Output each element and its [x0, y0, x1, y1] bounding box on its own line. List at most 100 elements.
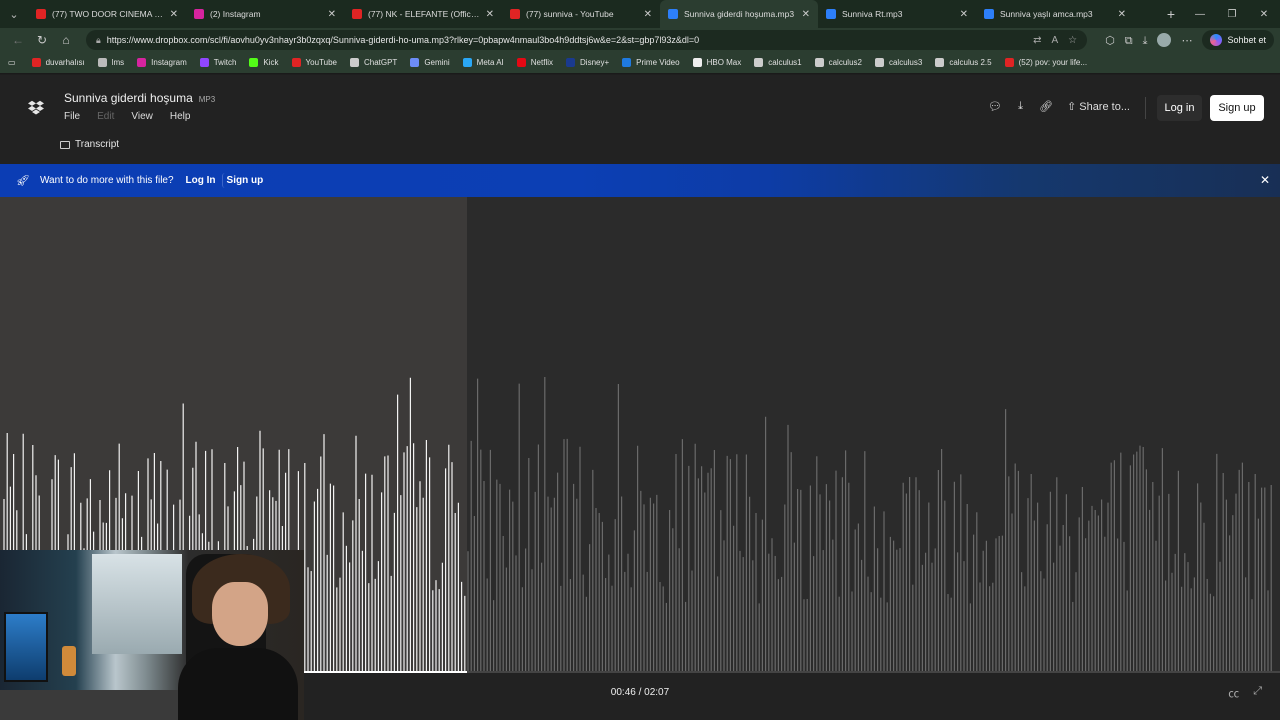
header-actions: 💬︎ ⤓ 🔗︎ ⇧ Share to...	[972, 100, 1130, 113]
close-icon[interactable]: ✕	[644, 9, 652, 20]
menu-file[interactable]: File	[64, 111, 80, 122]
bookmark-item[interactable]: Prime Video	[622, 58, 680, 67]
comment-icon[interactable]: 💬︎	[988, 100, 1002, 113]
banner-text: Want to do more with this file?	[39, 175, 174, 186]
bookmark-item[interactable]: Meta AI	[462, 58, 504, 67]
minimize-icon[interactable]: —	[1184, 9, 1216, 20]
youtube-icon	[36, 9, 46, 19]
bookmark-item[interactable]: calculus 2.5	[935, 58, 992, 67]
tab[interactable]: (77) TWO DOOR CINEMA CLUB | S ✕	[28, 0, 186, 28]
menu-view[interactable]: View	[131, 111, 153, 122]
tab-actions-menu[interactable]: ⌄	[0, 0, 28, 28]
banner-signup-link[interactable]: Sign up	[221, 173, 268, 188]
download-icon[interactable]: ⤓	[1018, 100, 1023, 113]
back-button[interactable]: ←	[6, 33, 30, 47]
lock-icon[interactable]: 🔒︎	[96, 35, 101, 46]
tab-strip: ⌄ (77) TWO DOOR CINEMA CLUB | S ✕ (2) Ins…	[0, 0, 1280, 28]
bookmark-label: Gemini	[424, 58, 450, 67]
instagram-icon	[194, 9, 204, 19]
bookmark-item[interactable]: Instagram	[137, 58, 187, 67]
file-name: Sunniva giderdi hoşuma	[64, 91, 193, 105]
login-button[interactable]: Log in	[1157, 95, 1202, 121]
extensions-icon[interactable]: ⬡	[1105, 35, 1115, 47]
close-icon[interactable]: ✕	[1118, 9, 1126, 20]
tab[interactable]: (77) sunniva - YouTube ✕	[502, 0, 660, 28]
bookmark-item[interactable]: Kick	[249, 58, 279, 67]
browser-tools: ⬡ ⧉ ⤓	[1095, 31, 1147, 49]
close-icon[interactable]: ✕	[486, 9, 494, 20]
bookmark-item[interactable]: ChatGPT	[349, 58, 397, 67]
captions-icon[interactable]: ㏄	[1228, 685, 1239, 701]
tab[interactable]: (2) Instagram ✕	[186, 0, 344, 28]
tab-active[interactable]: Sunniva giderdi hoşuma.mp3 ✕	[660, 0, 818, 28]
read-aloud-icon[interactable]: A	[1051, 35, 1058, 46]
banner-close-icon[interactable]: ✕	[1260, 173, 1270, 187]
more-tools: ⋯	[1171, 31, 1192, 49]
rocket-icon: 🚀︎	[16, 175, 30, 187]
bookmark-favicon-icon	[349, 58, 359, 67]
close-icon[interactable]: ✕	[802, 9, 810, 20]
tab-title: Sunniva giderdi hoşuma.mp3	[684, 9, 795, 19]
bookmark-favicon-icon	[516, 58, 526, 67]
bookmark-favicon-icon	[462, 58, 472, 67]
dropbox-logo-icon[interactable]	[28, 100, 44, 116]
more-icon[interactable]: ⋯	[1181, 35, 1192, 47]
webcam-monitor	[4, 612, 48, 682]
bookmark-item[interactable]: duvarhalısı	[31, 58, 85, 67]
bookmark-item[interactable]: Netflix	[516, 58, 553, 67]
bookmark-item[interactable]: (52) pov: your life...	[1004, 58, 1088, 67]
profile-avatar[interactable]	[1157, 33, 1172, 47]
bookmark-label: calculus 2.5	[949, 58, 992, 67]
tab[interactable]: Sunniva yaşlı amca.mp3 ✕	[976, 0, 1134, 28]
webcam-window	[92, 554, 182, 654]
file-extension-badge: MP3	[198, 95, 216, 104]
bookmark-item[interactable]: lms	[97, 58, 124, 67]
close-icon[interactable]: ✕	[328, 9, 336, 20]
refresh-button[interactable]: ↻	[30, 33, 54, 47]
tabs: (77) TWO DOOR CINEMA CLUB | S ✕ (2) Insta…	[28, 0, 1158, 28]
new-tab-button[interactable]: +	[1158, 6, 1184, 22]
translate-icon[interactable]: ⇄	[1033, 35, 1041, 46]
bookmark-label: calculus2	[828, 58, 862, 67]
home-button[interactable]: ⌂	[54, 33, 78, 47]
bookmark-item[interactable]: calculus1	[754, 58, 802, 67]
share-button[interactable]: ⇧ Share to...	[1067, 100, 1130, 113]
favorite-star-icon[interactable]: ☆	[1068, 35, 1077, 46]
close-icon[interactable]: ✕	[170, 9, 178, 20]
bookmark-item[interactable]: calculus3	[874, 58, 922, 67]
transcript-button[interactable]: Transcript	[60, 139, 119, 150]
dropbox-icon	[826, 9, 836, 19]
bookmark-label: Disney+	[580, 58, 610, 67]
bookmark-item[interactable]: HBO Max	[692, 58, 741, 67]
youtube-icon	[352, 9, 362, 19]
bookmark-item[interactable]: Disney+	[566, 58, 609, 67]
bookmark-label: (52) pov: your life...	[1018, 58, 1088, 67]
menu-help[interactable]: Help	[170, 111, 191, 122]
banner-login-link[interactable]: Log In	[182, 173, 220, 188]
bookmark-item[interactable]: YouTube	[291, 58, 337, 67]
bookmark-item[interactable]: Twitch	[199, 58, 236, 67]
header-divider	[1145, 97, 1146, 119]
signup-button[interactable]: Sign up	[1210, 95, 1264, 121]
link-icon[interactable]: 🔗︎	[1039, 100, 1053, 113]
downloads-icon[interactable]: ⤓	[1143, 35, 1148, 47]
bookmark-label: YouTube	[305, 58, 337, 67]
webcam-person	[178, 554, 298, 720]
fullscreen-icon[interactable]: ⤢	[1253, 685, 1262, 701]
bookmark-item[interactable]: Gemini	[410, 58, 450, 67]
tab[interactable]: Sunniva Rt.mp3 ✕	[818, 0, 976, 28]
tab-title: (77) NK - ELEFANTE (Official Video	[368, 9, 480, 19]
close-icon[interactable]: ✕	[960, 9, 968, 20]
bookmarks-bar: ▭ duvarhalısı lms Instagram Twitch Kick YouTu…	[0, 52, 1280, 74]
maximize-icon[interactable]: ❐	[1216, 9, 1248, 20]
tab[interactable]: (77) NK - ELEFANTE (Official Video ✕	[344, 0, 502, 28]
address-bar[interactable]: 🔒︎ https://www.dropbox.com/scl/fi/aovhu0…	[86, 30, 1088, 50]
url-text[interactable]: https://www.dropbox.com/scl/fi/aovhu0yv3…	[107, 35, 1023, 45]
bookmark-item[interactable]: calculus2	[814, 58, 862, 67]
copilot-button[interactable]: Sohbet et	[1202, 30, 1274, 50]
close-window-icon[interactable]: ✕	[1248, 9, 1280, 20]
bookmarks-menu-icon[interactable]: ▭	[8, 58, 16, 67]
youtube-icon	[510, 9, 520, 19]
bookmark-favicon-icon	[935, 58, 945, 67]
collections-icon[interactable]: ⧉	[1125, 35, 1133, 47]
